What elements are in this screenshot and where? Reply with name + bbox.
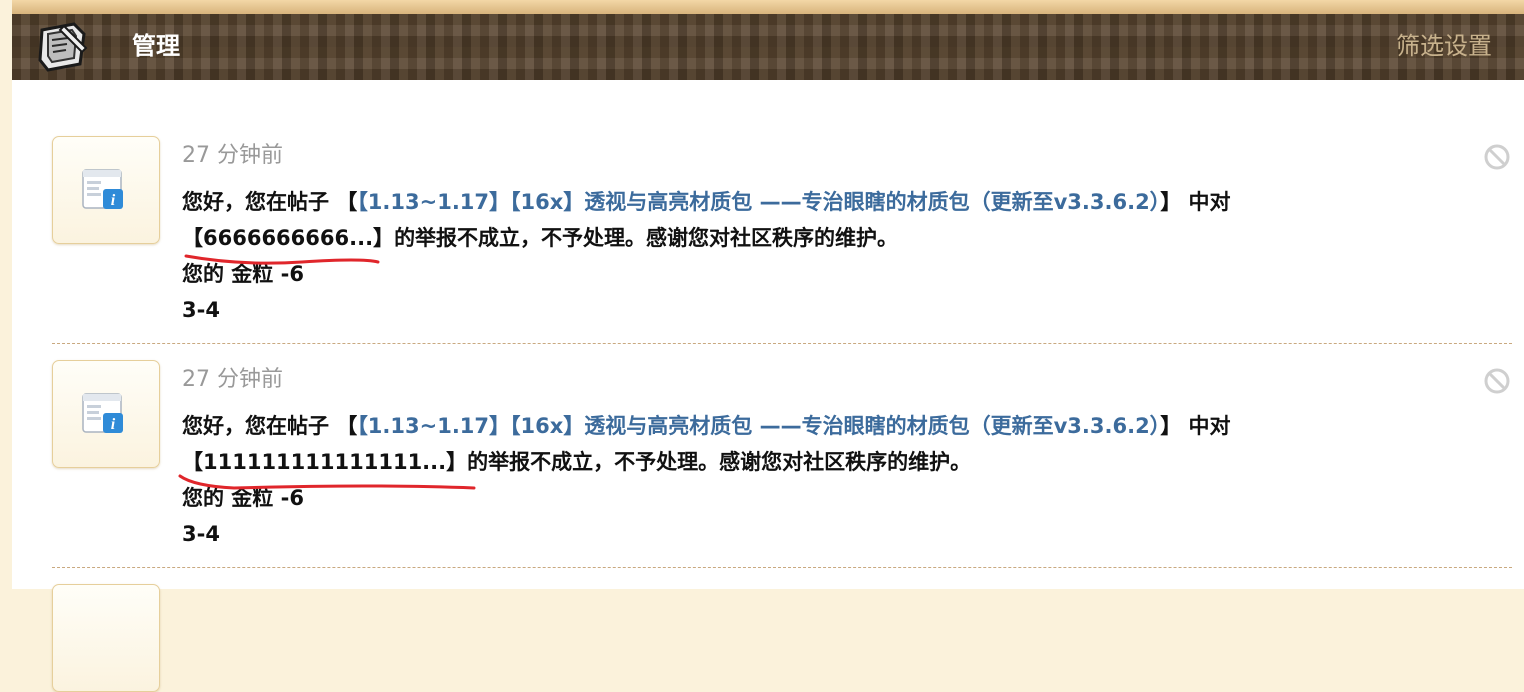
page-title: 管理 [132,32,180,60]
notice-panel: 管理 筛选设置 i 27 分钟前 您好，您在帖子 【【1.13~1.17】【16… [12,0,1524,692]
ban-icon[interactable] [1482,366,1512,396]
notice-result: 的举报不成立，不予处理。感谢您对社区秩序的维护。 [394,226,899,250]
svg-text:i: i [111,416,116,433]
notice-line-1: 您好，您在帖子 【【1.13~1.17】【16x】透视与高亮材质包 ——专治眼瞎… [182,408,1422,444]
system-info-icon: i [82,393,123,433]
notice-after-link: 】 中对 [1160,414,1231,438]
system-info-icon: i [82,169,123,209]
ban-icon[interactable] [1482,142,1512,172]
notice-thumbnail: i [52,360,160,468]
reported-content: 【6666666666...】 [182,226,395,250]
header-top-band [12,0,1524,14]
svg-text:i: i [111,192,116,209]
notice-body: 您好，您在帖子 【【1.13~1.17】【16x】透视与高亮材质包 ——专治眼瞎… [182,184,1422,328]
divider [52,567,1512,568]
notice-body: 您好，您在帖子 【【1.13~1.17】【16x】透视与高亮材质包 ——专治眼瞎… [182,408,1422,552]
header-bar: 管理 筛选设置 [12,14,1524,80]
notice-time: 27 分钟前 [182,143,283,168]
credits-change: 您的 金粒 -6 [182,486,304,510]
notice-extra: 3-4 [182,298,220,322]
filter-settings-link[interactable]: 筛选设置 [1396,30,1492,62]
notice-prefix: 您好，您在帖子 【 [182,414,358,438]
reported-content: 【111111111111111...】 [182,450,468,474]
book-quill-icon [38,22,88,72]
credits-change: 您的 金粒 -6 [182,262,304,286]
notice-extra: 3-4 [182,522,220,546]
divider [52,343,1512,344]
notice-thumbnail [52,584,160,692]
notice-time: 27 分钟前 [182,367,283,392]
notice-result: 的举报不成立，不予处理。感谢您对社区秩序的维护。 [467,450,972,474]
post-link[interactable]: 【1.13~1.17】【16x】透视与高亮材质包 ——专治眼瞎的材质包（更新至v… [357,414,1160,438]
notice-line-1: 您好，您在帖子 【【1.13~1.17】【16x】透视与高亮材质包 ——专治眼瞎… [182,184,1422,220]
post-link[interactable]: 【1.13~1.17】【16x】透视与高亮材质包 ——专治眼瞎的材质包（更新至v… [357,190,1160,214]
notice-line-2: 【111111111111111...】的举报不成立，不予处理。感谢您对社区秩序… [182,444,1422,480]
notice-prefix: 您好，您在帖子 【 [182,190,358,214]
notice-after-link: 】 中对 [1160,190,1231,214]
notice-line-2: 【6666666666...】的举报不成立，不予处理。感谢您对社区秩序的维护。 [182,220,1422,256]
notice-thumbnail: i [52,136,160,244]
